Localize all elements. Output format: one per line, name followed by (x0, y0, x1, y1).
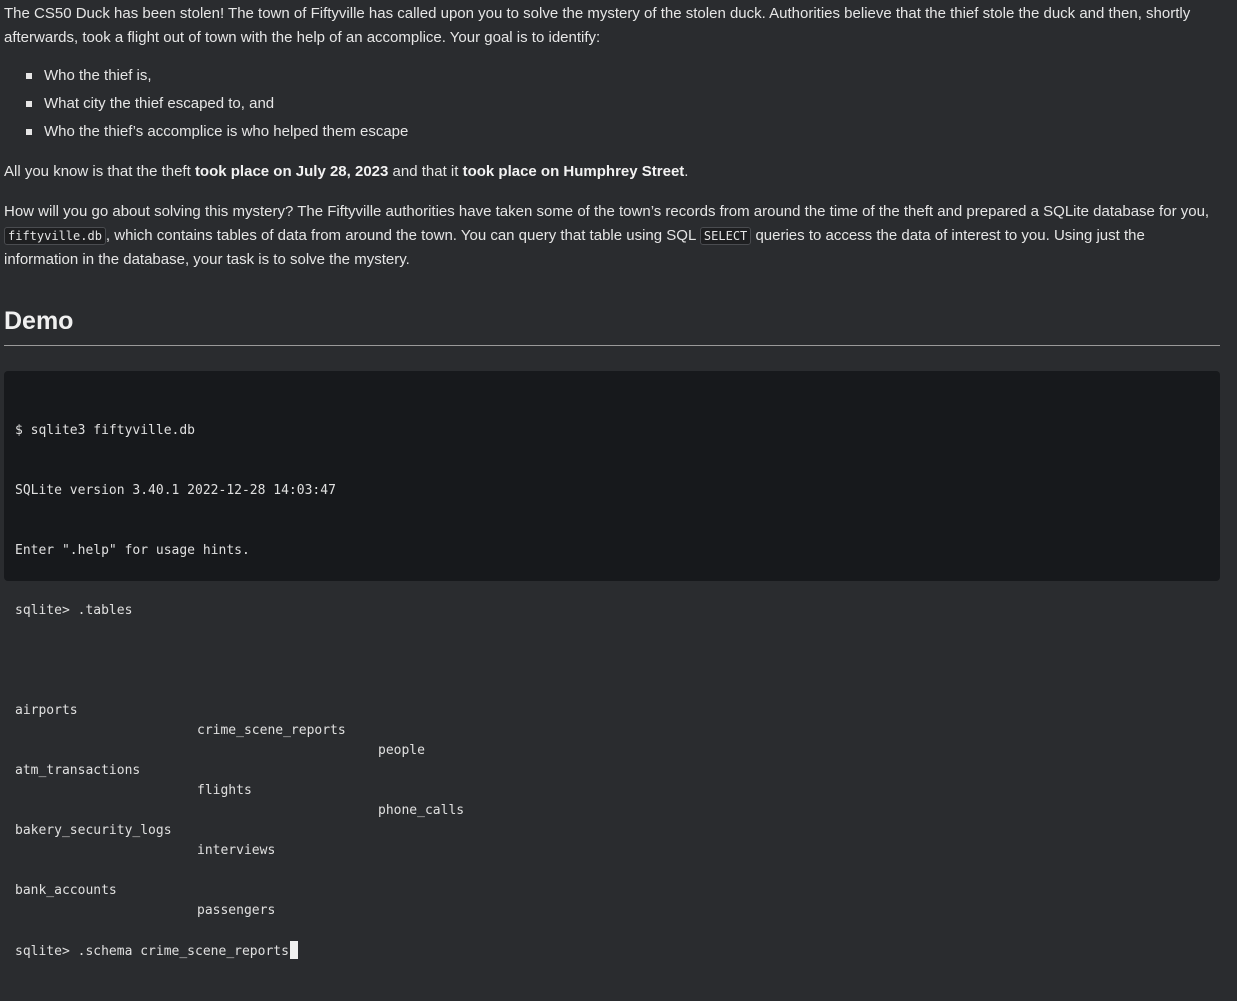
goal-text: Who the thief is, (44, 67, 152, 84)
terminal-prompt-line[interactable]: sqlite> .schema crime_scene_reports (15, 941, 336, 961)
db-filename-code: fiftyville.db (4, 227, 106, 245)
select-keyword-code: SELECT (699, 227, 752, 245)
known-prefix: All you know is that the theft (4, 163, 195, 180)
table-name: bakery_security_logs (15, 823, 172, 838)
goal-text: Who the thief’s accomplice is who helped… (44, 123, 409, 140)
approach-text-1: How will you go about solving this myste… (4, 203, 1210, 220)
known-facts-paragraph: All you know is that the theft took plac… (4, 160, 1220, 184)
known-date: took place on July 28, 2023 (194, 163, 389, 180)
bullet-icon (26, 73, 32, 79)
bullet-icon (26, 101, 32, 107)
terminal-line: $ sqlite3 fiftyville.db (15, 423, 196, 438)
table-list-row: bakery_security_logs interviews (15, 801, 336, 858)
goal-item: Who the thief’s accomplice is who helped… (4, 120, 408, 148)
approach-paragraph: How will you go about solving this myste… (4, 200, 1220, 272)
table-name: bank_accounts (15, 883, 117, 898)
table-list-row: airports crime_scene_reports people (15, 681, 425, 758)
table-list-row: atm_transactions flights phone_calls (15, 741, 464, 818)
table-name: passengers (197, 903, 276, 918)
intro-paragraph: The CS50 Duck has been stolen! The town … (4, 5, 1191, 46)
terminal-line: Enter ".help" for usage hints. (15, 543, 250, 558)
approach-text-2: , which contains tables of data from aro… (105, 227, 700, 244)
table-list-row: bank_accounts passengers (15, 861, 336, 918)
goal-text: What city the thief escaped to, and (44, 95, 275, 112)
known-middle: and that it (388, 163, 463, 180)
table-name: phone_calls (378, 803, 465, 818)
table-name: airports (15, 703, 78, 718)
goal-item: What city the thief escaped to, and (4, 92, 408, 120)
demo-heading: Demo (4, 307, 74, 335)
table-name: interviews (197, 843, 276, 858)
goal-item: Who the thief is, (4, 64, 408, 92)
cursor-icon (289, 941, 298, 959)
goals-list: Who the thief is, What city the thief es… (4, 64, 408, 148)
terminal-demo[interactable]: $ sqlite3 fiftyville.db SQLite version 3… (4, 371, 1220, 959)
bullet-icon (26, 129, 32, 135)
table-name: crime_scene_reports (197, 723, 346, 738)
heading-divider (4, 345, 1220, 346)
table-name: atm_transactions (15, 763, 141, 778)
table-name: flights (197, 783, 252, 798)
table-name: people (378, 743, 425, 758)
terminal-line: SQLite version 3.40.1 2022-12-28 14:03:4… (15, 483, 336, 498)
terminal-line: sqlite> .tables (15, 603, 133, 618)
terminal-output: $ sqlite3 fiftyville.db SQLite version 3… (15, 381, 464, 1001)
known-suffix: . (684, 163, 689, 180)
known-location: took place on Humphrey Street (462, 163, 685, 180)
